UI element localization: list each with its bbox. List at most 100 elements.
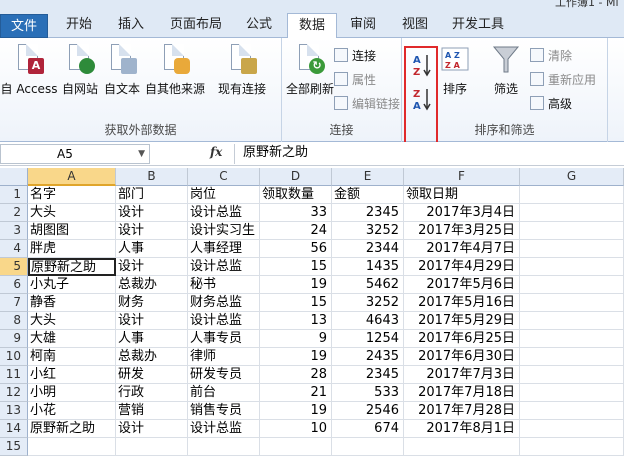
cell-qty[interactable]: 领取数量 [260,186,332,204]
cell-g[interactable] [520,420,624,438]
from-access-button[interactable]: A 自 Access [0,44,58,97]
cell-qty[interactable]: 19 [260,348,332,366]
cell-dept[interactable] [116,438,188,456]
tab-review[interactable]: 审阅 [340,13,386,38]
cell-position[interactable]: 销售专员 [188,402,260,420]
cell-qty[interactable]: 21 [260,384,332,402]
row-header-7[interactable]: 7 [0,294,28,312]
cell-position[interactable] [188,438,260,456]
cell-g[interactable] [520,402,624,420]
cell-date[interactable]: 2017年6月25日 [404,330,520,348]
cell-amount[interactable]: 金额 [332,186,404,204]
cell-position[interactable]: 设计总监 [188,312,260,330]
cell-position[interactable]: 设计总监 [188,258,260,276]
row-header-11[interactable]: 11 [0,366,28,384]
tab-formulas[interactable]: 公式 [236,13,282,38]
cell-name[interactable] [28,438,116,456]
cell-date[interactable]: 2017年5月29日 [404,312,520,330]
cell-amount[interactable]: 674 [332,420,404,438]
row-header-4[interactable]: 4 [0,240,28,258]
cell-qty[interactable]: 10 [260,420,332,438]
active-cell[interactable]: 原野新之助 [28,258,116,276]
row-header-8[interactable]: 8 [0,312,28,330]
insert-function-icon[interactable]: fx [210,145,222,159]
cell-qty[interactable]: 19 [260,402,332,420]
cell-amount[interactable]: 3252 [332,222,404,240]
cell-date[interactable]: 2017年4月7日 [404,240,520,258]
cell-amount[interactable]: 1254 [332,330,404,348]
cell-position[interactable]: 设计实习生 [188,222,260,240]
edit-links-button[interactable]: 编辑链接 [334,94,400,114]
cell-qty[interactable]: 15 [260,294,332,312]
cell-dept[interactable]: 设计 [116,204,188,222]
cell-name[interactable]: 名字 [28,186,116,204]
cell-dept[interactable]: 行政 [116,384,188,402]
column-header-f[interactable]: F [404,168,520,186]
reapply-button[interactable]: 重新应用 [530,70,596,90]
cell-name[interactable]: 小丸子 [28,276,116,294]
filter-button[interactable]: 筛选 [488,44,524,97]
cell-g[interactable] [520,240,624,258]
cell-position[interactable]: 秘书 [188,276,260,294]
cell-qty[interactable]: 28 [260,366,332,384]
cell-date[interactable]: 2017年6月30日 [404,348,520,366]
cell-position[interactable]: 研发专员 [188,366,260,384]
cell-dept[interactable]: 总裁办 [116,276,188,294]
formula-input[interactable]: 原野新之助 [234,144,308,164]
cell-position[interactable]: 律师 [188,348,260,366]
cell-name[interactable]: 大雄 [28,330,116,348]
cell-date[interactable]: 2017年3月4日 [404,204,520,222]
cell-date[interactable] [404,438,520,456]
row-header-14[interactable]: 14 [0,420,28,438]
row-header-1[interactable]: 1 [0,186,28,204]
tab-home[interactable]: 开始 [55,13,103,38]
cell-amount[interactable]: 2345 [332,204,404,222]
cell-position[interactable]: 岗位 [188,186,260,204]
cell-name[interactable]: 静香 [28,294,116,312]
row-header-13[interactable]: 13 [0,402,28,420]
cell-amount[interactable]: 4643 [332,312,404,330]
tab-file[interactable]: 文件 [0,14,48,38]
cell-g[interactable] [520,258,624,276]
cell-position[interactable]: 前台 [188,384,260,402]
row-header-12[interactable]: 12 [0,384,28,402]
cell-qty[interactable]: 56 [260,240,332,258]
from-web-button[interactable]: 自网站 [58,44,102,97]
cell-name[interactable]: 柯南 [28,348,116,366]
cell-g[interactable] [520,330,624,348]
cell-g[interactable] [520,294,624,312]
cell-dept[interactable]: 人事 [116,240,188,258]
cell-amount[interactable] [332,438,404,456]
cell-amount[interactable]: 1435 [332,258,404,276]
row-header-9[interactable]: 9 [0,330,28,348]
tab-page-layout[interactable]: 页面布局 [160,13,232,38]
cell-qty[interactable]: 33 [260,204,332,222]
clear-filter-button[interactable]: 清除 [530,46,572,66]
cell-g[interactable] [520,186,624,204]
cell-date[interactable]: 2017年3月25日 [404,222,520,240]
column-header-b[interactable]: B [116,168,188,186]
row-header-10[interactable]: 10 [0,348,28,366]
cell-amount[interactable]: 2546 [332,402,404,420]
tab-insert[interactable]: 插入 [107,13,155,38]
cell-amount[interactable]: 5462 [332,276,404,294]
name-box-dropdown-icon[interactable]: ▼ [138,145,145,163]
cell-amount[interactable]: 3252 [332,294,404,312]
cell-position[interactable]: 人事经理 [188,240,260,258]
tab-data[interactable]: 数据 [287,13,337,39]
column-header-e[interactable]: E [332,168,404,186]
connections-button[interactable]: 连接 [334,46,376,66]
cell-name[interactable]: 小明 [28,384,116,402]
cell-g[interactable] [520,222,624,240]
cell-g[interactable] [520,312,624,330]
cell-qty[interactable]: 13 [260,312,332,330]
row-header-6[interactable]: 6 [0,276,28,294]
cell-g[interactable] [520,438,624,456]
row-header-2[interactable]: 2 [0,204,28,222]
cell-dept[interactable]: 财务 [116,294,188,312]
cell-dept[interactable]: 设计 [116,258,188,276]
cell-name[interactable]: 大头 [28,204,116,222]
row-header-3[interactable]: 3 [0,222,28,240]
cell-name[interactable]: 胖虎 [28,240,116,258]
sort-button[interactable]: A Z Z A 排序 [438,44,472,97]
